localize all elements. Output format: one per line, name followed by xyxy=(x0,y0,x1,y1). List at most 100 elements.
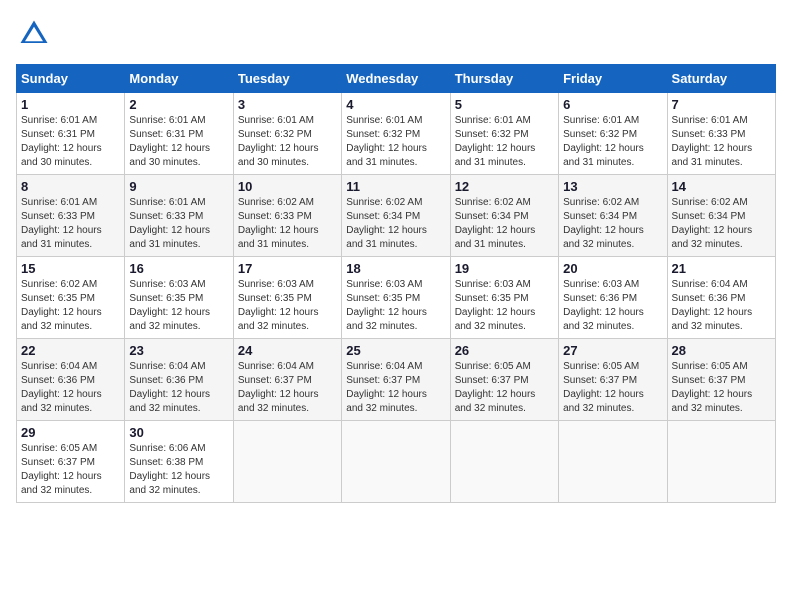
daylight-label: Daylight: 12 hours and 32 minutes. xyxy=(129,389,210,414)
day-info: Sunrise: 6:04 AM Sunset: 6:37 PM Dayligh… xyxy=(238,360,337,416)
day-number: 13 xyxy=(563,179,662,194)
day-number: 27 xyxy=(563,343,662,358)
calendar-day-cell: 12 Sunrise: 6:02 AM Sunset: 6:34 PM Dayl… xyxy=(450,175,558,257)
weekday-header-cell: Monday xyxy=(125,65,233,93)
day-number: 17 xyxy=(238,261,337,276)
sunset-label: Sunset: xyxy=(21,375,55,386)
sunrise-label: Sunrise: xyxy=(238,197,275,208)
daylight-label: Daylight: 12 hours and 31 minutes. xyxy=(563,143,644,168)
calendar-week-row: 22 Sunrise: 6:04 AM Sunset: 6:36 PM Dayl… xyxy=(17,339,776,421)
sunset-label: Sunset: xyxy=(563,293,597,304)
sunset-label: Sunset: xyxy=(129,375,163,386)
sunrise-label: Sunrise: xyxy=(455,115,492,126)
daylight-label: Daylight: 12 hours and 32 minutes. xyxy=(455,307,536,332)
daylight-label: Daylight: 12 hours and 32 minutes. xyxy=(563,389,644,414)
day-number: 21 xyxy=(672,261,771,276)
calendar-day-cell: 24 Sunrise: 6:04 AM Sunset: 6:37 PM Dayl… xyxy=(233,339,341,421)
calendar-week-row: 1 Sunrise: 6:01 AM Sunset: 6:31 PM Dayli… xyxy=(17,93,776,175)
sunset-label: Sunset: xyxy=(346,211,380,222)
daylight-label: Daylight: 12 hours and 31 minutes. xyxy=(129,225,210,250)
day-info: Sunrise: 6:02 AM Sunset: 6:34 PM Dayligh… xyxy=(672,196,771,252)
sunset-label: Sunset: xyxy=(238,211,272,222)
calendar-day-cell xyxy=(667,421,775,503)
sunrise-label: Sunrise: xyxy=(129,115,166,126)
sunrise-label: Sunrise: xyxy=(129,443,166,454)
sunset-label: Sunset: xyxy=(563,129,597,140)
day-number: 2 xyxy=(129,97,228,112)
day-info: Sunrise: 6:05 AM Sunset: 6:37 PM Dayligh… xyxy=(672,360,771,416)
daylight-label: Daylight: 12 hours and 32 minutes. xyxy=(563,307,644,332)
daylight-label: Daylight: 12 hours and 31 minutes. xyxy=(346,143,427,168)
logo-icon xyxy=(16,16,52,52)
sunrise-label: Sunrise: xyxy=(563,115,600,126)
day-info: Sunrise: 6:03 AM Sunset: 6:35 PM Dayligh… xyxy=(455,278,554,334)
day-number: 8 xyxy=(21,179,120,194)
day-info: Sunrise: 6:02 AM Sunset: 6:34 PM Dayligh… xyxy=(563,196,662,252)
day-info: Sunrise: 6:05 AM Sunset: 6:37 PM Dayligh… xyxy=(455,360,554,416)
sunrise-label: Sunrise: xyxy=(455,197,492,208)
sunrise-label: Sunrise: xyxy=(563,361,600,372)
day-info: Sunrise: 6:04 AM Sunset: 6:36 PM Dayligh… xyxy=(21,360,120,416)
day-number: 24 xyxy=(238,343,337,358)
day-info: Sunrise: 6:04 AM Sunset: 6:37 PM Dayligh… xyxy=(346,360,445,416)
sunrise-label: Sunrise: xyxy=(563,279,600,290)
day-info: Sunrise: 6:01 AM Sunset: 6:33 PM Dayligh… xyxy=(672,114,771,170)
day-number: 20 xyxy=(563,261,662,276)
day-number: 5 xyxy=(455,97,554,112)
sunrise-label: Sunrise: xyxy=(21,197,58,208)
sunrise-label: Sunrise: xyxy=(21,115,58,126)
sunset-label: Sunset: xyxy=(563,375,597,386)
calendar-day-cell: 21 Sunrise: 6:04 AM Sunset: 6:36 PM Dayl… xyxy=(667,257,775,339)
day-number: 15 xyxy=(21,261,120,276)
day-number: 19 xyxy=(455,261,554,276)
daylight-label: Daylight: 12 hours and 30 minutes. xyxy=(238,143,319,168)
sunset-label: Sunset: xyxy=(129,457,163,468)
day-info: Sunrise: 6:02 AM Sunset: 6:34 PM Dayligh… xyxy=(346,196,445,252)
sunrise-label: Sunrise: xyxy=(238,361,275,372)
sunset-label: Sunset: xyxy=(455,375,489,386)
calendar-day-cell xyxy=(342,421,450,503)
day-info: Sunrise: 6:02 AM Sunset: 6:33 PM Dayligh… xyxy=(238,196,337,252)
daylight-label: Daylight: 12 hours and 32 minutes. xyxy=(21,389,102,414)
calendar-day-cell: 27 Sunrise: 6:05 AM Sunset: 6:37 PM Dayl… xyxy=(559,339,667,421)
weekday-header-cell: Thursday xyxy=(450,65,558,93)
calendar-day-cell: 26 Sunrise: 6:05 AM Sunset: 6:37 PM Dayl… xyxy=(450,339,558,421)
calendar-day-cell: 9 Sunrise: 6:01 AM Sunset: 6:33 PM Dayli… xyxy=(125,175,233,257)
calendar-day-cell xyxy=(233,421,341,503)
sunset-label: Sunset: xyxy=(672,129,706,140)
day-number: 23 xyxy=(129,343,228,358)
calendar-day-cell xyxy=(450,421,558,503)
day-info: Sunrise: 6:05 AM Sunset: 6:37 PM Dayligh… xyxy=(21,442,120,498)
sunset-label: Sunset: xyxy=(672,293,706,304)
sunset-label: Sunset: xyxy=(238,375,272,386)
daylight-label: Daylight: 12 hours and 30 minutes. xyxy=(21,143,102,168)
day-info: Sunrise: 6:04 AM Sunset: 6:36 PM Dayligh… xyxy=(129,360,228,416)
calendar-week-row: 15 Sunrise: 6:02 AM Sunset: 6:35 PM Dayl… xyxy=(17,257,776,339)
daylight-label: Daylight: 12 hours and 32 minutes. xyxy=(238,389,319,414)
daylight-label: Daylight: 12 hours and 32 minutes. xyxy=(563,225,644,250)
calendar-day-cell: 16 Sunrise: 6:03 AM Sunset: 6:35 PM Dayl… xyxy=(125,257,233,339)
day-info: Sunrise: 6:01 AM Sunset: 6:32 PM Dayligh… xyxy=(238,114,337,170)
day-number: 28 xyxy=(672,343,771,358)
calendar-day-cell: 18 Sunrise: 6:03 AM Sunset: 6:35 PM Dayl… xyxy=(342,257,450,339)
daylight-label: Daylight: 12 hours and 31 minutes. xyxy=(238,225,319,250)
day-number: 30 xyxy=(129,425,228,440)
sunrise-label: Sunrise: xyxy=(672,279,709,290)
sunrise-label: Sunrise: xyxy=(346,115,383,126)
sunset-label: Sunset: xyxy=(563,211,597,222)
sunset-label: Sunset: xyxy=(21,293,55,304)
daylight-label: Daylight: 12 hours and 32 minutes. xyxy=(238,307,319,332)
daylight-label: Daylight: 12 hours and 30 minutes. xyxy=(129,143,210,168)
daylight-label: Daylight: 12 hours and 31 minutes. xyxy=(672,143,753,168)
sunrise-label: Sunrise: xyxy=(129,361,166,372)
sunset-label: Sunset: xyxy=(672,211,706,222)
sunrise-label: Sunrise: xyxy=(21,443,58,454)
day-info: Sunrise: 6:04 AM Sunset: 6:36 PM Dayligh… xyxy=(672,278,771,334)
day-number: 16 xyxy=(129,261,228,276)
day-number: 1 xyxy=(21,97,120,112)
calendar-day-cell: 8 Sunrise: 6:01 AM Sunset: 6:33 PM Dayli… xyxy=(17,175,125,257)
weekday-header-cell: Friday xyxy=(559,65,667,93)
sunrise-label: Sunrise: xyxy=(129,279,166,290)
calendar-day-cell: 2 Sunrise: 6:01 AM Sunset: 6:31 PM Dayli… xyxy=(125,93,233,175)
calendar-day-cell: 6 Sunrise: 6:01 AM Sunset: 6:32 PM Dayli… xyxy=(559,93,667,175)
